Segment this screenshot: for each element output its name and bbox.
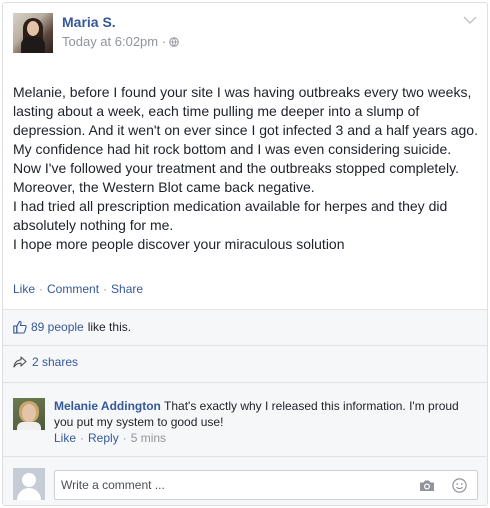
post-paragraph: Melanie, before I found your site I was …: [13, 84, 478, 138]
comment-body: Melanie Addington That's exactly why I r…: [54, 398, 474, 430]
post-body: Melanie, before I found your site I was …: [13, 83, 481, 254]
emoji-icon[interactable]: [452, 478, 467, 493]
globe-icon[interactable]: [169, 36, 179, 47]
chevron-down-icon[interactable]: [463, 15, 477, 25]
author-avatar[interactable]: [13, 13, 53, 53]
likes-count-link[interactable]: 89 people: [31, 320, 84, 334]
shares-count[interactable]: 2 shares: [32, 355, 78, 369]
comment-input[interactable]: [55, 471, 415, 499]
comment-reply-link[interactable]: Reply: [88, 431, 119, 445]
camera-icon[interactable]: [419, 479, 435, 492]
likes-summary: 89 people like this.: [13, 320, 131, 334]
comment-time[interactable]: 5 mins: [131, 431, 166, 445]
post-actions: Like · Comment · Share: [13, 282, 143, 296]
divider: [3, 456, 487, 457]
divider: [3, 382, 487, 383]
comment-composer: [54, 470, 478, 500]
separator: ·: [80, 431, 85, 445]
comment-actions: Like · Reply · 5 mins: [54, 431, 166, 445]
timestamp-text[interactable]: Today at 6:02pm ·: [62, 34, 166, 49]
thumbs-up-icon: [13, 320, 27, 334]
commenter-name[interactable]: Melanie Addington: [54, 399, 161, 413]
commenter-avatar[interactable]: [13, 398, 45, 430]
post-footer: 89 people like this. 2 shares Melanie Ad…: [3, 309, 487, 505]
separator: ·: [122, 431, 127, 445]
post-paragraph: I had tried all prescription medication …: [13, 198, 448, 233]
like-link[interactable]: Like: [13, 282, 35, 296]
post-paragraph: I hope more people discover your miracul…: [13, 236, 345, 252]
likes-suffix: like this.: [87, 320, 132, 334]
post-paragraph: My confidence had hit rock bottom and I …: [13, 141, 459, 195]
separator: ·: [103, 282, 108, 296]
author-name[interactable]: Maria S.: [62, 14, 116, 30]
share-arrow-icon: [13, 356, 27, 368]
shares-summary[interactable]: 2 shares: [13, 355, 78, 369]
share-link[interactable]: Share: [111, 282, 143, 296]
divider: [3, 345, 487, 346]
feed-post: Maria S. Today at 6:02pm · Melanie, befo…: [2, 2, 488, 506]
post-timestamp: Today at 6:02pm ·: [62, 34, 179, 49]
comment-like-link[interactable]: Like: [54, 431, 76, 445]
current-user-avatar: [13, 468, 45, 500]
comment-link[interactable]: Comment: [47, 282, 99, 296]
separator: ·: [39, 282, 44, 296]
